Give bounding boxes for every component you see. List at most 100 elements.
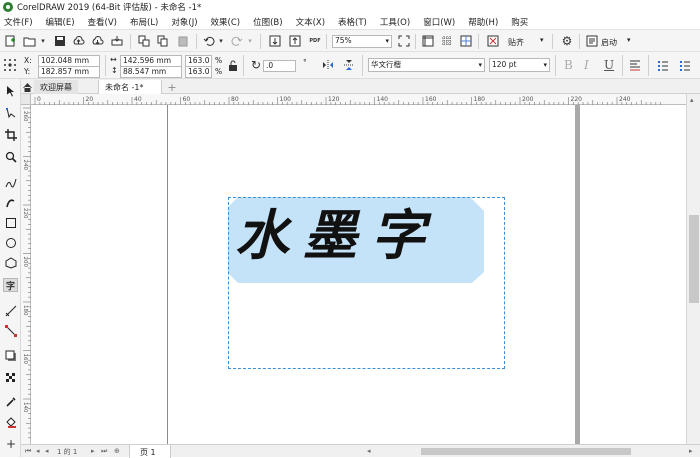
interactive-fill-icon[interactable]: [4, 415, 18, 429]
print-icon[interactable]: [110, 34, 124, 48]
export-icon[interactable]: [288, 34, 302, 48]
numbered-list-icon[interactable]: [678, 58, 692, 72]
page-prev-icon[interactable]: ◂: [36, 447, 40, 455]
rotation-field[interactable]: .0: [263, 60, 296, 72]
y-position-field[interactable]: 182.857 mm: [38, 66, 100, 78]
menu-file[interactable]: 文件(F): [4, 16, 33, 28]
horizontal-ruler[interactable]: 0 20 40 60 80 100 120 140 160 180 200 220 240: [31, 94, 686, 105]
copy-icon[interactable]: [156, 34, 170, 48]
underline-button[interactable]: U: [604, 58, 614, 72]
vertical-scroll-thumb[interactable]: [689, 215, 699, 303]
transparency-tool-icon[interactable]: [4, 371, 18, 385]
scale-height-field[interactable]: 163.0: [185, 66, 212, 78]
page-tab-1[interactable]: 页 1: [129, 445, 171, 458]
pdf-export-icon[interactable]: PDF: [308, 34, 322, 48]
scale-height-unit: %: [215, 67, 223, 76]
h-ruler-label: 80: [231, 96, 239, 103]
add-tab-icon[interactable]: +: [165, 80, 179, 94]
text-align-icon[interactable]: [628, 58, 642, 72]
paste-icon[interactable]: [176, 34, 190, 48]
snap-to-label[interactable]: 贴齐: [508, 37, 524, 48]
new-document-icon[interactable]: [3, 34, 17, 48]
bold-button[interactable]: B: [564, 58, 573, 72]
menu-tools[interactable]: 工具(O): [380, 16, 410, 28]
undo-dropdown-icon[interactable]: ▾: [214, 34, 228, 48]
shape-tool-icon[interactable]: [4, 106, 18, 120]
menu-object[interactable]: 对象(J): [171, 16, 197, 28]
page-last-icon[interactable]: ⏭: [101, 447, 107, 456]
show-guidelines-icon[interactable]: [459, 34, 473, 48]
cloud-download-icon[interactable]: [90, 34, 104, 48]
zoom-level-select[interactable]: 75% ▾: [332, 35, 392, 48]
menu-text[interactable]: 文本(X): [296, 16, 325, 28]
eyedropper-icon[interactable]: [4, 395, 18, 409]
dropdown-icon[interactable]: ▾: [36, 34, 50, 48]
save-icon[interactable]: [53, 34, 67, 48]
options-gear-icon[interactable]: ⚙: [560, 34, 574, 48]
menu-bitmaps[interactable]: 位图(B): [253, 16, 282, 28]
zoom-tool-icon[interactable]: [4, 150, 18, 164]
show-grid-icon[interactable]: [440, 34, 454, 48]
menu-view[interactable]: 查看(V): [88, 16, 117, 28]
parallel-dimension-icon[interactable]: [4, 304, 18, 318]
horizontal-scroll-thumb[interactable]: [421, 448, 631, 455]
pick-tool-icon[interactable]: [4, 84, 18, 98]
vertical-ruler[interactable]: 260240220200180160140120: [21, 94, 31, 444]
rotate-icon[interactable]: ↻: [249, 58, 263, 72]
tab-welcome-screen[interactable]: 欢迎屏幕: [34, 80, 78, 94]
bullet-list-icon[interactable]: [656, 58, 670, 72]
redo-icon[interactable]: [230, 34, 244, 48]
add-tool-icon[interactable]: +: [4, 437, 18, 451]
ellipse-tool-icon[interactable]: [4, 236, 18, 250]
full-screen-icon[interactable]: [397, 34, 411, 48]
text-tool-icon[interactable]: 字: [3, 278, 18, 292]
snap-dropdown-icon[interactable]: ▾: [540, 36, 544, 44]
menu-edit[interactable]: 编辑(E): [46, 16, 75, 28]
page-first-icon[interactable]: ⏮: [25, 447, 31, 456]
drop-shadow-icon[interactable]: [4, 349, 18, 363]
lock-ratio-icon[interactable]: [226, 59, 240, 73]
artistic-media-icon[interactable]: [4, 196, 18, 210]
scroll-right-arrow-icon[interactable]: ▸: [689, 447, 693, 455]
menu-effects[interactable]: 效果(C): [211, 16, 241, 28]
redo-dropdown-icon[interactable]: ▾: [243, 34, 257, 48]
menu-window[interactable]: 窗口(W): [423, 16, 455, 28]
launch-icon[interactable]: [585, 34, 599, 48]
vertical-scrollbar[interactable]: ▴: [686, 94, 700, 444]
snap-to-icon[interactable]: [486, 34, 500, 48]
page-back-icon[interactable]: ◂: [45, 447, 49, 455]
show-rulers-icon[interactable]: [421, 34, 435, 48]
launch-label[interactable]: 启动: [601, 37, 617, 48]
tab-untitled-document[interactable]: 未命名 -1*: [98, 80, 162, 94]
freehand-tool-icon[interactable]: [4, 176, 18, 190]
height-field[interactable]: 88.547 mm: [120, 66, 182, 78]
font-family-select[interactable]: 华文行楷 ▾: [368, 58, 485, 72]
scroll-left-arrow-icon[interactable]: ◂: [367, 447, 371, 455]
mirror-horizontal-icon[interactable]: [321, 58, 335, 72]
ruler-origin-corner[interactable]: [21, 94, 31, 105]
launch-dropdown-icon[interactable]: ▾: [627, 36, 631, 44]
page-next-icon[interactable]: ▸: [91, 447, 95, 455]
rectangle-tool-icon[interactable]: [4, 216, 18, 230]
object-origin-icon[interactable]: [3, 58, 17, 72]
home-icon[interactable]: [20, 80, 34, 94]
italic-button[interactable]: I: [584, 58, 589, 72]
crop-tool-icon[interactable]: [4, 128, 18, 142]
menu-buy[interactable]: 购买: [511, 16, 528, 28]
font-size-select[interactable]: 120 pt ▾: [489, 58, 550, 72]
mirror-vertical-icon[interactable]: [342, 58, 356, 72]
scroll-up-arrow-icon[interactable]: ▴: [690, 96, 694, 104]
polygon-tool-icon[interactable]: [4, 256, 18, 270]
h-ruler-label: 180: [474, 96, 486, 103]
cloud-upload-icon[interactable]: [71, 34, 85, 48]
menu-layout[interactable]: 布局(L): [130, 16, 158, 28]
import-icon[interactable]: [268, 34, 282, 48]
add-page-icon[interactable]: ⊕: [114, 447, 120, 455]
text-frame-selection[interactable]: [228, 197, 505, 369]
drawing-canvas[interactable]: 水墨字: [31, 105, 686, 444]
menu-table[interactable]: 表格(T): [338, 16, 367, 28]
connector-tool-icon[interactable]: [4, 324, 18, 338]
menu-help[interactable]: 帮助(H): [468, 16, 498, 28]
copy-properties-icon[interactable]: [137, 34, 151, 48]
open-folder-icon[interactable]: [22, 34, 36, 48]
